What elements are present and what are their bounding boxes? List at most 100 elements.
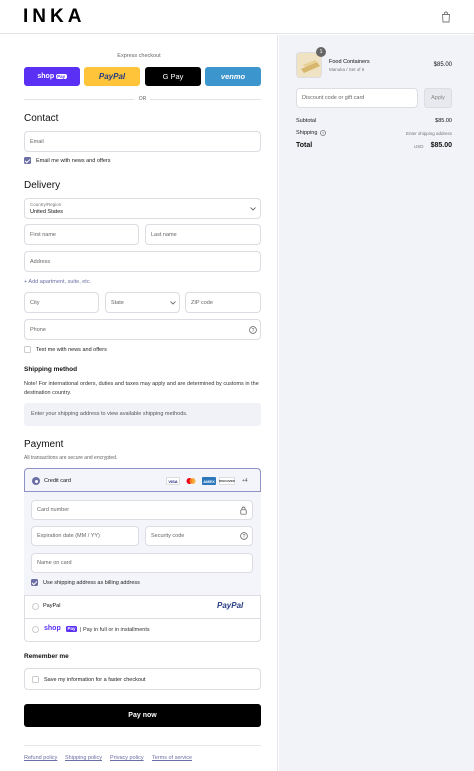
shop-pay-radio[interactable] bbox=[32, 626, 39, 633]
discount-code-field[interactable]: Discount code or gift card bbox=[296, 88, 418, 108]
phone-field[interactable]: Phone ? bbox=[24, 319, 261, 340]
visa-icon: VISA bbox=[166, 477, 180, 485]
add-apartment-link[interactable]: + Add apartment, suite, etc. bbox=[24, 279, 91, 285]
google-pay-button[interactable]: G Pay bbox=[145, 67, 201, 86]
lock-icon bbox=[240, 506, 247, 515]
subtotal-value: $85.00 bbox=[435, 118, 452, 124]
first-name-placeholder: First name bbox=[30, 231, 56, 238]
credit-card-label: Credit card bbox=[44, 478, 71, 484]
card-number-placeholder: Card number bbox=[37, 507, 70, 513]
item-quantity-badge: 1 bbox=[316, 47, 326, 57]
city-field[interactable]: City bbox=[24, 292, 99, 313]
product-price: $85.00 bbox=[433, 62, 452, 68]
contact-heading: Contact bbox=[24, 113, 59, 124]
pay-now-button[interactable]: Pay now bbox=[24, 704, 261, 727]
security-code-field[interactable]: Security code ? bbox=[145, 526, 253, 546]
product-name: Food Containers bbox=[329, 59, 370, 65]
help-circle-icon[interactable]: ? bbox=[320, 130, 326, 136]
total-value: $85.00 bbox=[430, 142, 452, 149]
help-circle-icon[interactable]: ? bbox=[249, 326, 257, 334]
shipping-notice-text: Enter your shipping address to view avai… bbox=[31, 411, 188, 417]
country-value: United States bbox=[30, 209, 64, 215]
privacy-policy-link[interactable]: Privacy policy bbox=[110, 755, 144, 761]
shipping-method-heading: Shipping method bbox=[24, 366, 78, 373]
discount-placeholder: Discount code or gift card bbox=[302, 95, 365, 101]
shipping-policy-link[interactable]: Shipping policy bbox=[65, 755, 102, 761]
paypal-button[interactable]: PayPal bbox=[84, 67, 140, 86]
shipping-notice-box: Enter your shipping address to view avai… bbox=[24, 403, 261, 426]
or-separator: OR bbox=[138, 96, 147, 102]
text-news-checkbox[interactable] bbox=[24, 346, 31, 353]
expiration-placeholder: Expiration date (MM / YY) bbox=[37, 533, 100, 539]
svg-text:?: ? bbox=[252, 328, 255, 334]
shop-pay-logo-badge: Pay bbox=[66, 625, 78, 632]
total-label: Total bbox=[296, 142, 313, 149]
last-name-placeholder: Last name bbox=[151, 231, 177, 238]
country-label: Country/Region bbox=[30, 202, 62, 207]
first-name-field[interactable]: First name bbox=[24, 224, 139, 245]
venmo-button[interactable]: venmo bbox=[205, 67, 261, 86]
shop-pay-logo: shop bbox=[44, 625, 61, 632]
apply-discount-button[interactable]: Apply bbox=[424, 88, 452, 108]
product-variant: Manuka / Set of 6 bbox=[329, 67, 365, 72]
shipping-value: Enter shipping address bbox=[405, 131, 452, 136]
svg-text:?: ? bbox=[243, 534, 246, 540]
payment-heading: Payment bbox=[24, 439, 64, 450]
chevron-down-icon bbox=[250, 207, 256, 211]
shipping-label: Shipping bbox=[296, 130, 318, 136]
billing-address-label: Use shipping address as billing address bbox=[43, 580, 140, 586]
email-field[interactable]: Email bbox=[24, 131, 261, 152]
email-placeholder: Email bbox=[30, 138, 44, 145]
name-on-card-field[interactable]: Name on card bbox=[31, 553, 253, 573]
svg-text:?: ? bbox=[322, 131, 324, 135]
phone-placeholder: Phone bbox=[30, 326, 46, 333]
city-placeholder: City bbox=[30, 299, 40, 306]
paypal-radio[interactable] bbox=[32, 603, 39, 610]
paypal-logo: PayPal bbox=[217, 601, 244, 610]
credit-card-radio[interactable] bbox=[32, 477, 40, 485]
zip-field[interactable]: ZIP code bbox=[185, 292, 261, 313]
express-checkout-title: Express checkout bbox=[117, 53, 161, 59]
delivery-heading: Delivery bbox=[24, 180, 61, 191]
name-on-card-placeholder: Name on card bbox=[37, 560, 72, 566]
customs-note: Note! For international orders, duties a… bbox=[24, 381, 259, 396]
help-circle-icon[interactable]: ? bbox=[240, 532, 248, 540]
footer-divider bbox=[24, 745, 261, 746]
last-name-field[interactable]: Last name bbox=[145, 224, 261, 245]
shopping-bag-icon[interactable] bbox=[441, 11, 451, 23]
refund-policy-link[interactable]: Refund policy bbox=[24, 755, 57, 761]
card-number-field[interactable]: Card number bbox=[31, 500, 253, 520]
amex-icon: AMEX bbox=[202, 477, 216, 485]
payment-subtitle: All transactions are secure and encrypte… bbox=[24, 455, 118, 461]
country-select[interactable]: Country/Region United States bbox=[24, 198, 261, 219]
expiration-field[interactable]: Expiration date (MM / YY) bbox=[31, 526, 139, 546]
shop-pay-button[interactable]: shop Pay bbox=[24, 67, 80, 86]
inka-logo[interactable]: INKA bbox=[23, 6, 85, 28]
save-info-label: Save my information for a faster checkou… bbox=[44, 677, 146, 683]
food-container-image-icon bbox=[297, 53, 321, 77]
security-code-placeholder: Security code bbox=[151, 533, 185, 539]
email-news-checkbox[interactable] bbox=[24, 157, 31, 164]
discover-icon: DISCOVER bbox=[219, 477, 235, 485]
zip-placeholder: ZIP code bbox=[191, 299, 213, 306]
shop-pay-badge: Pay bbox=[55, 74, 67, 79]
shop-pay-installments: | Pay in full or in installments bbox=[80, 626, 150, 633]
text-news-label: Text me with news and offers bbox=[36, 347, 107, 353]
state-select[interactable]: State bbox=[105, 292, 180, 313]
save-info-checkbox[interactable] bbox=[32, 676, 39, 683]
credit-card-option[interactable]: Credit card VISA AMEX DISCOVER +4 bbox=[24, 468, 261, 492]
paypal-option[interactable]: PayPal PayPal bbox=[24, 596, 261, 618]
shop-label: shop bbox=[37, 73, 55, 80]
address-field[interactable]: Address bbox=[24, 251, 261, 272]
shop-pay-option[interactable]: shop Pay | Pay in full or in installment… bbox=[24, 619, 261, 641]
email-news-label: Email me with news and offers bbox=[36, 158, 111, 164]
billing-address-checkbox[interactable] bbox=[31, 579, 38, 586]
site-header: INKA bbox=[0, 0, 474, 34]
subtotal-label: Subtotal bbox=[296, 118, 317, 124]
state-placeholder: State bbox=[111, 299, 124, 306]
terms-of-service-link[interactable]: Terms of service bbox=[152, 755, 192, 761]
paypal-option-label: PayPal bbox=[43, 603, 61, 609]
more-cards-count: +4 bbox=[242, 478, 248, 484]
mastercard-circles-icon bbox=[186, 478, 196, 484]
remember-me-box: Save my information for a faster checkou… bbox=[24, 668, 261, 690]
